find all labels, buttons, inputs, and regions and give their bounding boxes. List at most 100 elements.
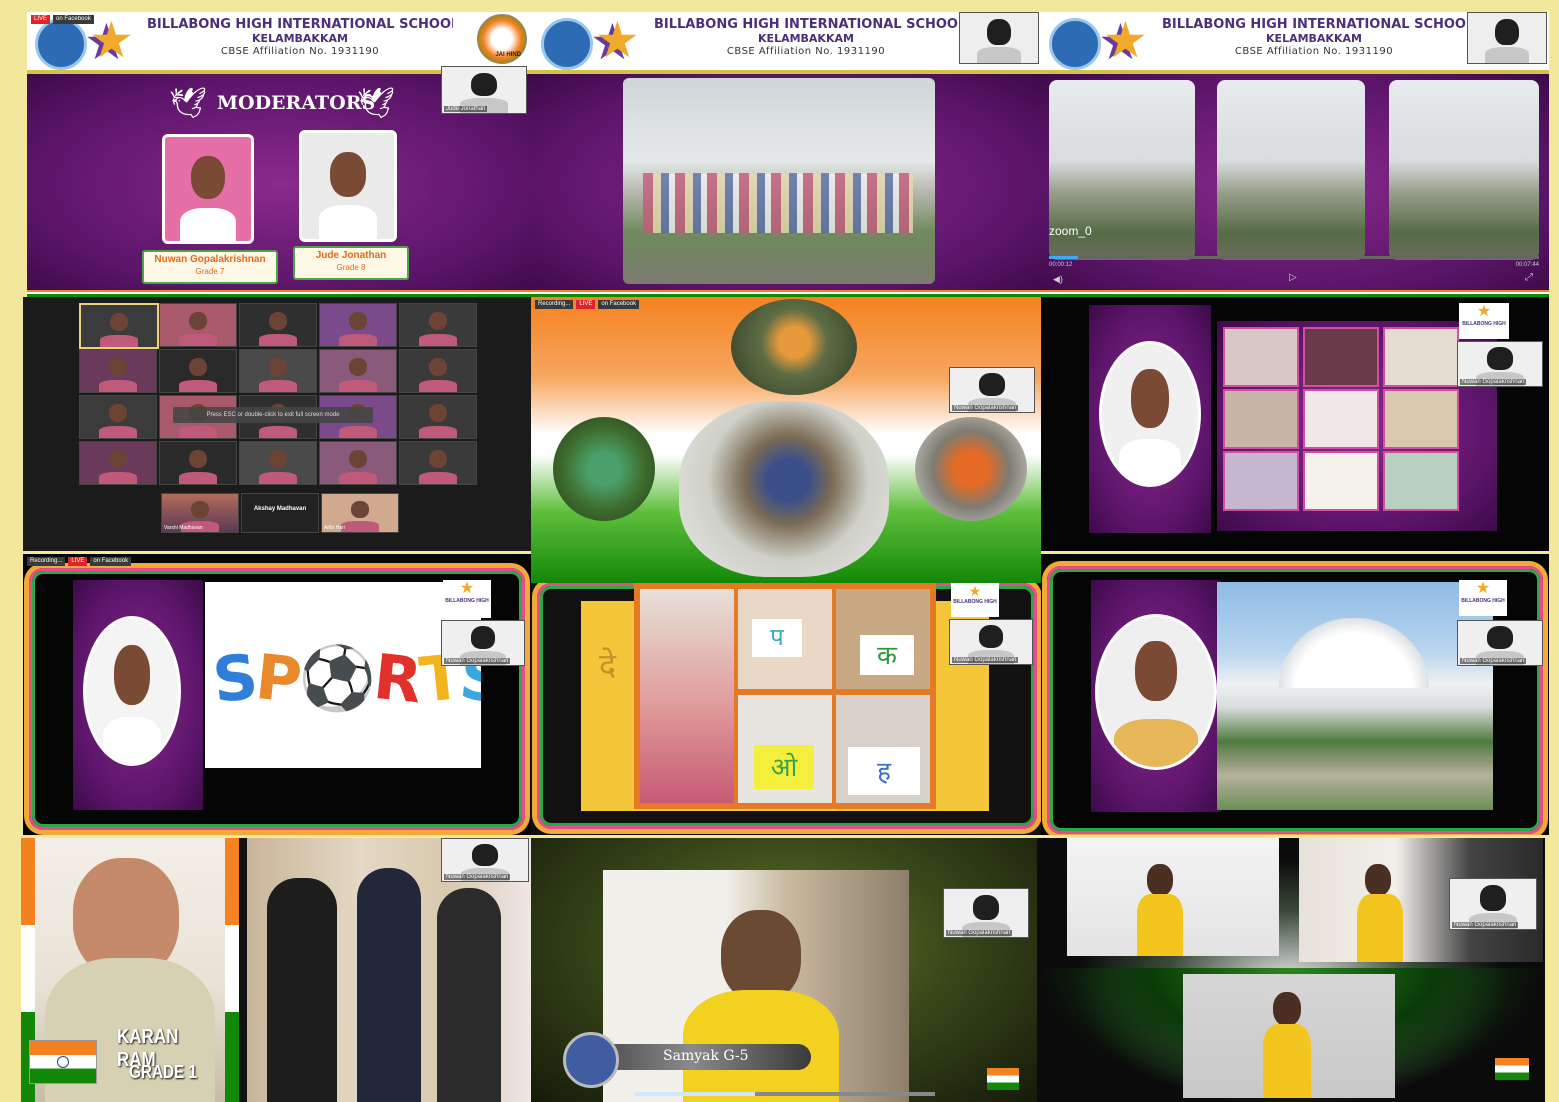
child-letter-photo-1 [640, 589, 734, 803]
presenter-video: Jude Jonathan [441, 66, 527, 114]
participant-tile [319, 303, 397, 347]
billabong-logo: ★ BILLABONG HIGH [1459, 303, 1509, 339]
moderator-card-2: Jude Jonathan Grade 8 [293, 246, 409, 280]
hindi-letter-card-3: ओ [754, 745, 814, 789]
tile-art-gallery: ★ BILLABONG HIGH Nuwan Gopalakrishnan [1041, 297, 1549, 551]
moderator-card-1: Nuwan Gopalakrishnan Grade 7 [142, 250, 278, 284]
logo-text: BILLABONG HIGH [1461, 598, 1505, 604]
tile-karan-ram: KARAN RAM GRADE 1 Nuwan Gopalakrishnan [21, 838, 531, 1102]
fullscreen-tooltip: Press ESC or double-click to exit full s… [173, 407, 373, 423]
participant-akshay-name: Akshay Madhavan [253, 506, 307, 512]
tile-group-photo: ★ BILLABONG HIGH INTERNATIONAL SCHOO KEL… [533, 12, 1041, 295]
participant-tile [319, 441, 397, 485]
participant-tile [79, 303, 159, 349]
moderator-grade-1: Grade 7 [195, 267, 225, 276]
video-progress-bar[interactable] [1049, 256, 1539, 259]
play-icon[interactable]: ▷ [1289, 272, 1297, 283]
student-artwork-photo [1303, 451, 1379, 511]
hindi-letter-card-4: ह [848, 747, 920, 795]
school-affiliation: CBSE Affiliation No. 1931190 [726, 46, 886, 57]
participant-tile [239, 349, 317, 393]
video-total: 00:07:44 [1515, 262, 1539, 268]
school-name: BILLABONG HIGH INTERNATIONAL SCHOO [1161, 18, 1466, 32]
flag-ceremony-photo [623, 78, 935, 284]
soccer-ball-icon: ⚽ [295, 638, 378, 719]
dancer-photo-right [915, 417, 1027, 521]
hindi-letter-card-1: प [752, 619, 802, 657]
hindi-photo-grid: प क ओ ह [634, 583, 936, 809]
live-label: LIVE [31, 15, 51, 24]
recording-label: Recording... [535, 300, 574, 309]
presenter-video: Nuwan Gopalakrishnan [949, 619, 1033, 665]
billabong-logo: ★ BILLABONG HIGH [1459, 580, 1507, 616]
participant-tile [79, 395, 157, 439]
participant-tile [399, 395, 477, 439]
presenter-name: Jude Jonathan [444, 106, 488, 112]
tile-flag-video: ★ BILLABONG HIGH INTERNATIONAL SCHOO KEL… [1041, 12, 1549, 295]
participant-tile [159, 441, 237, 485]
recording-badge: Recording... LIVE on Facebook [27, 557, 132, 566]
dancer-photo-center [679, 401, 889, 577]
student-presenter-oval [83, 616, 181, 766]
facebook-label: on Facebook [598, 300, 640, 309]
school-banner: ★ BILLABONG HIGH INTERNATIONAL SCHOO KEL… [1041, 12, 1549, 74]
school-location: KELAMBAKKAM [252, 32, 348, 45]
school-banner: ★ BILLABONG HIGH INTERNATIONAL SCHOOL KE… [27, 12, 533, 74]
tile-dance-collage: Recording... LIVE on Facebook Nuwan Gopa… [531, 297, 1041, 583]
billabong-logo: ★ BILLABONG HIGH [443, 580, 491, 618]
logo-star-icon: ★ [1475, 580, 1491, 597]
presenter-video [1467, 12, 1547, 64]
participant-tile [159, 349, 237, 393]
hindi-side-letter: दे [599, 647, 616, 683]
participant-tile [79, 441, 157, 485]
fullscreen-icon[interactable]: ⤢ [1525, 272, 1533, 283]
student-artwork-photo [1223, 389, 1299, 449]
karan-video: KARAN RAM GRADE 1 [21, 838, 239, 1102]
participant-tile-bottom-1: Varshi Madhavan [161, 493, 239, 533]
student-artwork-photo [1303, 327, 1379, 387]
dancer-photo-top [731, 299, 857, 395]
presenter-video: Nuwan Gopalakrishnan [949, 367, 1035, 413]
billabong-star-icon: ★ [89, 12, 134, 68]
sports-letter: S [209, 639, 260, 718]
billabong-logo: ★ BILLABONG HIGH [951, 583, 999, 617]
tile-zoom-gallery: Press ESC or double-click to exit full s… [23, 297, 531, 551]
school-location: KELAMBAKKAM [758, 32, 854, 45]
hindi-letter-card-2: क [860, 635, 914, 675]
presenter-video: Nuwan Gopalakrishnan [1457, 341, 1543, 387]
video-caption: zoom_0 [1049, 224, 1092, 238]
school-affiliation: CBSE Affiliation No. 1931190 [220, 46, 380, 57]
tile-samyak: Nuwan Gopalakrishnan Samyak G-5 [531, 838, 1037, 1102]
tricolor-divider [27, 290, 1549, 297]
school-name: BILLABONG HIGH INTERNATIONAL SCHOO [653, 18, 958, 32]
student-artwork-photo [1303, 389, 1379, 449]
participant-tile [399, 441, 477, 485]
karan-grade-caption: GRADE 1 [129, 1062, 198, 1082]
screenshot-collage: { "banner": { "line1": "BILLABONG HIGH I… [0, 0, 1559, 1102]
logo-star-icon: ★ [1476, 303, 1492, 320]
dove-left-icon: 🕊 [169, 87, 208, 120]
participant-tile [399, 303, 477, 347]
tile-performances: Nuwan Gopalakrishnan [1037, 838, 1545, 1102]
school-affiliation: CBSE Affiliation No. 1931190 [1234, 46, 1394, 57]
jai-hind-label: JAI HIND [495, 52, 521, 58]
participant-tile [239, 303, 317, 347]
facebook-label: on Facebook [53, 15, 94, 24]
moderator-photo-1 [162, 134, 254, 244]
school-emblem-icon [1049, 18, 1101, 70]
tile-hindi-letters: दे प क ओ ह Nuwan Gopalakrishnan ★ BILLAB… [531, 583, 1041, 835]
participant-akshay: Akshay Madhavan [241, 493, 319, 533]
student-presenter-oval [1095, 614, 1217, 770]
india-flag-icon [29, 1040, 97, 1084]
video-progress-bar[interactable] [635, 1092, 935, 1096]
live-badge: LIVE on Facebook [31, 15, 94, 24]
presenter-video [959, 12, 1039, 64]
live-label: LIVE [576, 300, 596, 309]
logo-text: BILLABONG HIGH [953, 599, 997, 605]
participant-tile [79, 349, 157, 393]
moderator-name-1: Nuwan Gopalakrishnan [154, 254, 266, 265]
moderator-name-2: Jude Jonathan [315, 250, 387, 261]
participant-tile [239, 441, 317, 485]
volume-icon[interactable]: ◀) [1053, 274, 1063, 285]
student-artwork-photo [1383, 327, 1459, 387]
